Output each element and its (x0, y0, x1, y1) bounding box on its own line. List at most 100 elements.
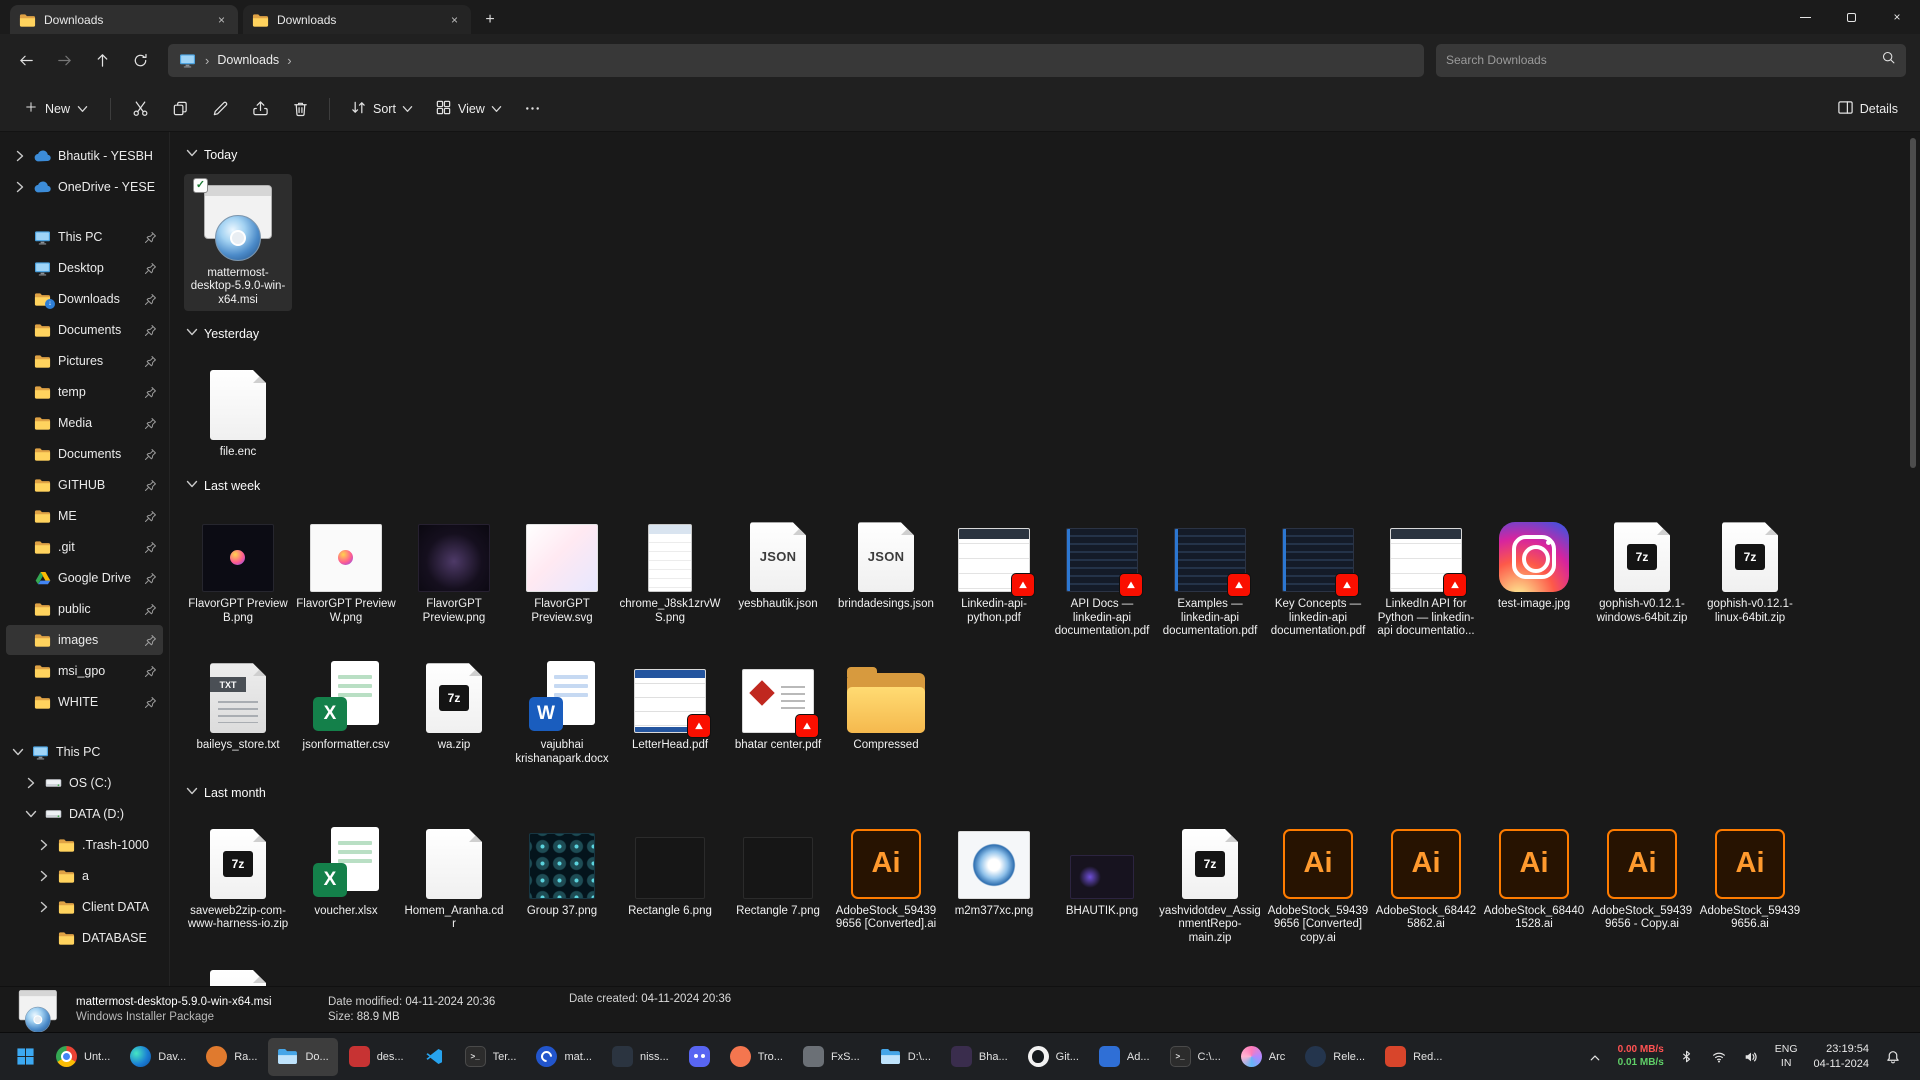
view-button[interactable]: View (425, 92, 512, 126)
file-item[interactable]: ✓mattermost-desktop-5.9.0-win-x64.msi (184, 174, 292, 311)
sidebar-item-desktop[interactable]: Desktop (6, 253, 163, 283)
file-item[interactable]: Wvajubhai krishanapark.docx (508, 646, 616, 770)
share-button[interactable] (241, 92, 279, 126)
selected-checkbox[interactable]: ✓ (193, 178, 208, 193)
minimize-button[interactable] (1782, 0, 1828, 34)
close-button[interactable]: × (1874, 0, 1920, 34)
taskbar-item-red[interactable]: Red... (1376, 1038, 1451, 1076)
file-item[interactable]: Xvoucher.xlsx (292, 812, 400, 922)
sidebar-item-this-pc[interactable]: This PC (6, 737, 163, 767)
taskbar-item-dav[interactable]: Dav... (121, 1038, 195, 1076)
file-item[interactable]: 7zgophish-v0.12.1-windows-64bit.zip (1588, 505, 1696, 629)
file-item[interactable]: AiAdobeStock_594399656.ai (1696, 812, 1804, 936)
file-item[interactable]: 7zgophish-v0.12.1-linux-64bit.zip (1696, 505, 1804, 629)
sidebar-item-a[interactable]: a (6, 861, 163, 891)
taskbar-item-rele[interactable]: Rele... (1296, 1038, 1374, 1076)
file-item[interactable]: chrome_J8sk1zrvWS.png (616, 505, 724, 629)
file-item[interactable]: 7zyashvidotdev_AssignmentRepo-main.zip (1156, 812, 1264, 949)
forward-button[interactable] (46, 43, 82, 77)
file-item[interactable]: 7zDOCUMENT.zip (184, 953, 292, 986)
up-button[interactable] (84, 43, 120, 77)
address-bar[interactable]: › Downloads › (168, 44, 1424, 77)
taskbar-item-arc[interactable]: Arc (1232, 1038, 1295, 1076)
new-tab-button[interactable]: + (475, 5, 505, 34)
sidebar-item-github[interactable]: GITHUB (6, 470, 163, 500)
group-header[interactable]: Yesterday (188, 325, 1902, 343)
volume-icon[interactable] (1738, 1040, 1764, 1074)
file-item[interactable]: Key Concepts — linkedin-api documentatio… (1264, 505, 1372, 642)
file-item[interactable]: Examples — linkedin-api documentation.pd… (1156, 505, 1264, 642)
group-header[interactable]: Last month (188, 784, 1902, 802)
sidebar-item-media[interactable]: Media (6, 408, 163, 438)
file-item[interactable]: file.enc (184, 353, 292, 463)
back-button[interactable] (8, 43, 44, 77)
group-header[interactable]: Today (188, 146, 1902, 164)
taskbar-item-niss[interactable]: niss... (603, 1038, 678, 1076)
file-item[interactable]: JSONyesbhautik.json (724, 505, 832, 615)
file-item[interactable]: FlavorGPT Preview B.png (184, 505, 292, 629)
delete-button[interactable] (281, 92, 319, 126)
sidebar-item-trash-1000[interactable]: .Trash-1000 (6, 830, 163, 860)
file-item[interactable]: AiAdobeStock_594399656 [Converted].ai (832, 812, 940, 936)
file-item[interactable]: Homem_Aranha.cdr (400, 812, 508, 936)
scrollbar-thumb[interactable] (1910, 138, 1916, 468)
taskbar-item-do[interactable]: Do... (268, 1038, 337, 1076)
sidebar-item-this-pc[interactable]: This PC (6, 222, 163, 252)
file-item[interactable]: TXTbaileys_store.txt (184, 646, 292, 756)
taskbar-item-mat[interactable]: mat... (527, 1038, 601, 1076)
file-item[interactable]: Rectangle 6.png (616, 812, 724, 922)
wifi-icon[interactable] (1706, 1040, 1732, 1074)
taskbar-item-ra[interactable]: Ra... (197, 1038, 266, 1076)
taskbar-item-ad[interactable]: Ad... (1090, 1038, 1159, 1076)
file-item[interactable]: bhatar center.pdf (724, 646, 832, 756)
sidebar-item-documents[interactable]: Documents (6, 439, 163, 469)
details-toggle-button[interactable]: Details (1827, 92, 1908, 126)
sidebar-item-documents[interactable]: Documents (6, 315, 163, 345)
new-button[interactable]: New (12, 92, 100, 126)
bluetooth-icon[interactable] (1674, 1040, 1700, 1074)
maximize-button[interactable] (1828, 0, 1874, 34)
sort-button[interactable]: Sort (340, 92, 423, 126)
file-item[interactable]: test-image.jpg (1480, 505, 1588, 615)
tab-close-button[interactable]: × (214, 13, 229, 27)
taskbar-item-c[interactable]: >_C:\... (1161, 1038, 1230, 1076)
sidebar-item-white[interactable]: WHITE (6, 687, 163, 717)
sidebar-item-data-d[interactable]: DATA (D:) (6, 799, 163, 829)
file-item[interactable]: Xjsonformatter.csv (292, 646, 400, 756)
explorer-tab[interactable]: Downloads× (243, 5, 471, 34)
rename-button[interactable] (201, 92, 239, 126)
sidebar-item-images[interactable]: images (6, 625, 163, 655)
taskbar-item-bha[interactable]: Bha... (942, 1038, 1017, 1076)
group-header[interactable]: Last week (188, 477, 1902, 495)
taskbar-item-des[interactable]: des... (340, 1038, 413, 1076)
sidebar-item-bhautik-yesbh[interactable]: Bhautik - YESBH (6, 141, 163, 171)
taskbar-item-unt[interactable]: Unt... (47, 1038, 119, 1076)
file-item[interactable]: AiAdobeStock_594399656 [Converted] copy.… (1264, 812, 1372, 949)
cut-button[interactable] (121, 92, 159, 126)
sidebar-item-me[interactable]: ME (6, 501, 163, 531)
sidebar-item-database[interactable]: DATABASE (6, 923, 163, 953)
sidebar-item-temp[interactable]: temp (6, 377, 163, 407)
file-item[interactable]: Group 37.png (508, 812, 616, 922)
file-item[interactable]: FlavorGPT Preview W.png (292, 505, 400, 629)
file-item[interactable]: AiAdobeStock_594399656 - Copy.ai (1588, 812, 1696, 936)
sidebar-item-client-data[interactable]: Client DATA (6, 892, 163, 922)
taskbar-item-git[interactable]: Git... (1019, 1038, 1088, 1076)
file-item[interactable]: LinkedIn API for Python — linkedin-api d… (1372, 505, 1480, 642)
notifications-bell[interactable] (1880, 1040, 1906, 1074)
file-item[interactable]: 7zwa.zip (400, 646, 508, 756)
sidebar-item-git[interactable]: .git (6, 532, 163, 562)
network-speed-widget[interactable]: 0.00 MB/s 0.01 MB/s (1614, 1044, 1668, 1069)
taskbar-item-vscode[interactable] (415, 1038, 454, 1076)
vertical-scrollbar[interactable] (1908, 136, 1918, 982)
file-item[interactable]: Linkedin-api-python.pdf (940, 505, 1048, 629)
taskbar-item-discord[interactable] (680, 1038, 719, 1076)
sidebar-item-google-drive[interactable]: Google Drive (6, 563, 163, 593)
taskbar-item-start[interactable] (6, 1038, 45, 1076)
sidebar-item-public[interactable]: public (6, 594, 163, 624)
tab-close-button[interactable]: × (447, 13, 462, 27)
more-options-button[interactable] (514, 92, 552, 126)
sidebar-item-onedrive-yese[interactable]: OneDrive - YESE (6, 172, 163, 202)
sidebar-item-pictures[interactable]: Pictures (6, 346, 163, 376)
language-switcher[interactable]: ENG IN (1770, 1043, 1803, 1070)
